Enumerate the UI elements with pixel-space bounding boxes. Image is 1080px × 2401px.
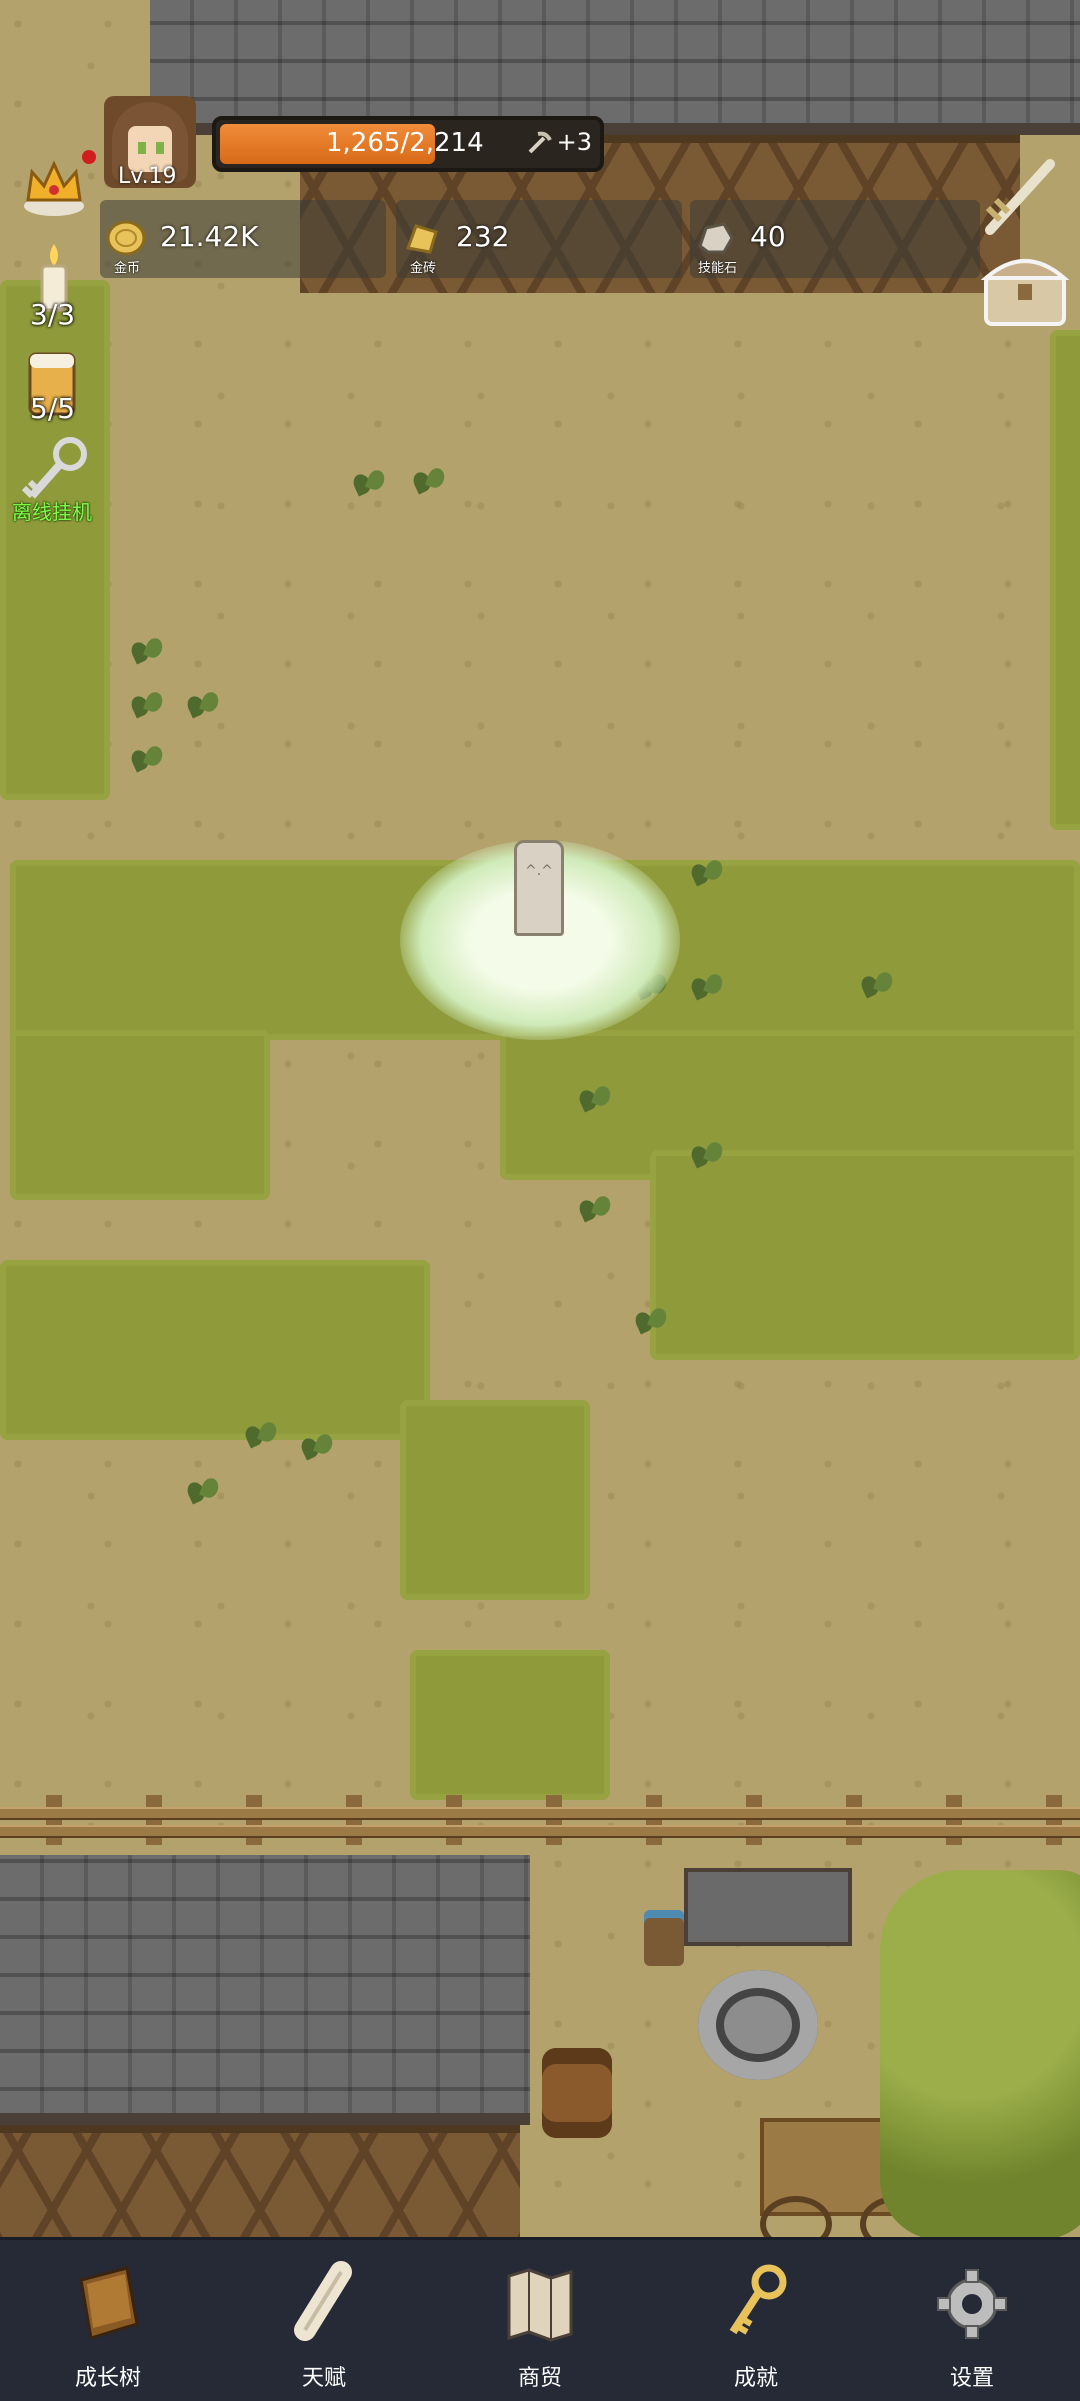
tab-settings[interactable]: 设置: [892, 2240, 1052, 2401]
grass-patch: [400, 1400, 590, 1600]
sprout: [244, 1420, 278, 1450]
exp-bonus: +3: [556, 128, 592, 156]
book-icon: [79, 2266, 139, 2340]
offline-idle-label[interactable]: 离线挂机: [12, 496, 92, 525]
sprout: [130, 744, 164, 774]
bottom-house-wall: [0, 2125, 520, 2240]
resource-gold-brick[interactable]: 232 金砖: [396, 200, 682, 278]
tab-achievement[interactable]: 成就: [676, 2240, 836, 2401]
resource-skill-stone-caption: 技能石: [698, 261, 738, 276]
game-scene[interactable]: ^.^: [0, 0, 1080, 2240]
sprout: [130, 690, 164, 720]
tab-talent-label: 天赋: [301, 2366, 346, 2391]
sprout: [578, 1084, 612, 1114]
top-left-frame: [0, 0, 60, 150]
resource-gold-brick-caption: 金砖: [410, 261, 437, 276]
well[interactable]: [698, 1970, 818, 2080]
red-dot: [82, 150, 96, 164]
beer-count: 5/5: [30, 392, 76, 425]
gold-coin-icon: [106, 220, 146, 256]
skill-stone-icon: [698, 222, 734, 254]
sprout: [690, 1140, 724, 1170]
fence: [0, 1795, 1080, 1845]
resource-gold[interactable]: 21.42K 金币: [100, 200, 386, 278]
key-icon: [729, 2264, 787, 2335]
resource-gold-caption: 金币: [114, 261, 141, 276]
gear-icon: [937, 2269, 1007, 2339]
pickaxe-icon: [528, 131, 552, 154]
sprout: [300, 1432, 334, 1462]
tab-settings-label: 设置: [949, 2366, 994, 2391]
tab-growth-tree[interactable]: 成长树: [28, 2240, 188, 2401]
top-house-roof: [150, 0, 1080, 135]
sword-icon[interactable]: [980, 150, 1066, 240]
resource-skill-stone[interactable]: 40 技能石: [690, 200, 980, 278]
sprout: [412, 466, 446, 496]
tree: [880, 1870, 1080, 2240]
tab-talent[interactable]: 天赋: [244, 2240, 404, 2401]
resource-gold-brick-value: 232: [456, 220, 510, 253]
scroll-icon: [294, 2261, 352, 2341]
resource-skill-stone-value: 40: [750, 220, 786, 253]
sprout: [634, 1306, 668, 1336]
sprout: [578, 1194, 612, 1224]
bucket: [644, 1910, 684, 1966]
crown-icon[interactable]: [18, 150, 90, 222]
bottom-house-roof: [0, 1855, 530, 2125]
tab-trade[interactable]: 商贸: [460, 2240, 620, 2401]
sprout: [860, 970, 894, 1000]
candle-count: 3/3: [30, 298, 76, 331]
sprout: [690, 858, 724, 888]
cat-tombstone[interactable]: ^.^: [514, 840, 564, 936]
grass-patch: [1050, 330, 1080, 830]
tab-achievement-label: 成就: [733, 2366, 778, 2391]
sprout: [130, 636, 164, 666]
sprout: [690, 972, 724, 1002]
grass-patch: [650, 1150, 1080, 1360]
well-roof: [684, 1868, 852, 1946]
exp-text: 1,265/2,214: [326, 128, 484, 158]
exp-bar: 1,265/2,214 +3: [212, 116, 604, 172]
sprout: [186, 690, 220, 720]
tab-growth-tree-label: 成长树: [74, 2366, 141, 2391]
gold-bar-icon: [405, 224, 438, 254]
grass-patch: [10, 1030, 270, 1200]
treasure-chest-icon[interactable]: [980, 248, 1070, 332]
bottom-nav: 成长树 天赋 商贸 成就 设置: [0, 2237, 1080, 2401]
grass-patch: [410, 1650, 610, 1800]
map-icon: [507, 2268, 573, 2342]
sprout: [186, 1476, 220, 1506]
resource-gold-value: 21.42K: [160, 220, 259, 253]
tab-trade-label: 商贸: [517, 2366, 562, 2391]
player-level: Lv.19: [118, 164, 177, 189]
grass-patch: [0, 1260, 430, 1440]
sprout: [352, 468, 386, 498]
barrel: [542, 2048, 612, 2138]
